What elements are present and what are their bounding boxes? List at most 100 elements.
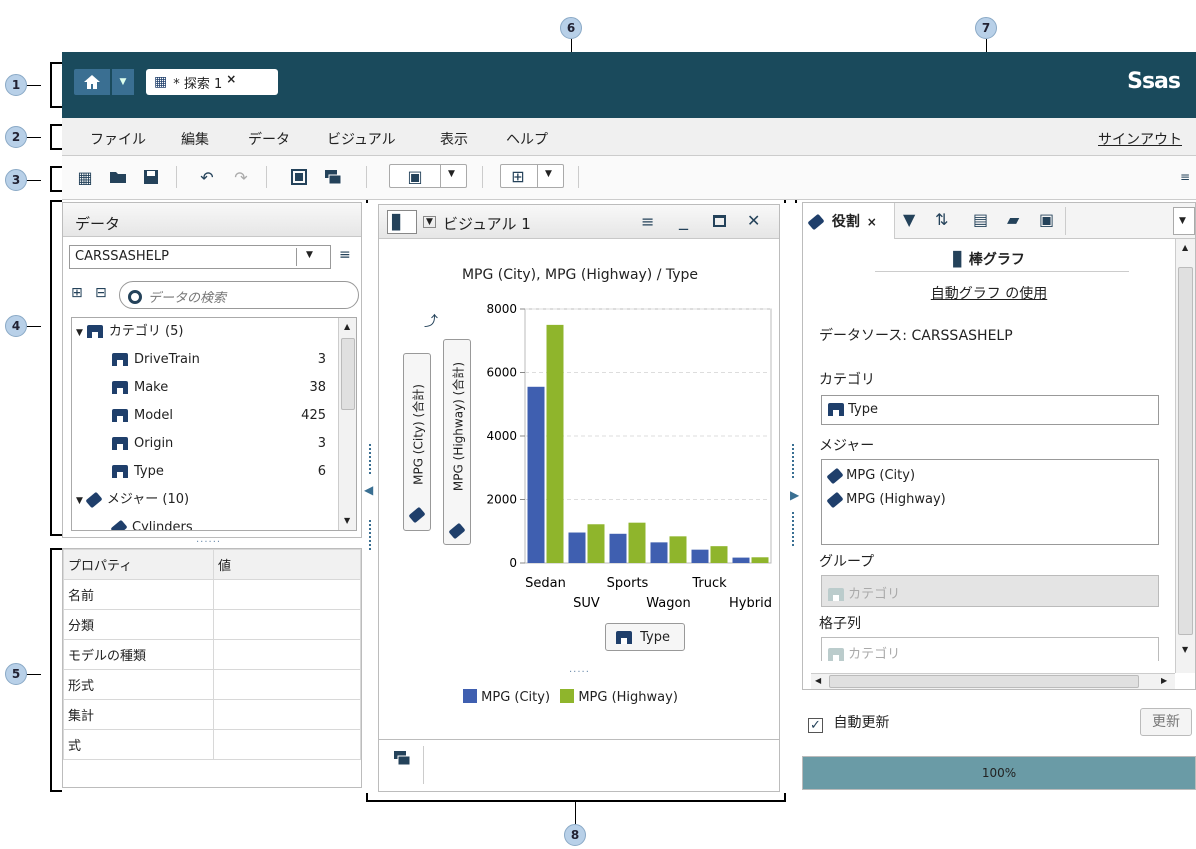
callout-8: 8: [564, 824, 586, 846]
exploration-icon: ▦: [154, 74, 168, 90]
close-icon[interactable]: ×: [867, 215, 877, 229]
home-button[interactable]: ▼: [74, 69, 134, 95]
data-options-icon[interactable]: ≡: [339, 247, 351, 263]
tree-item[interactable]: Make 38: [72, 376, 336, 404]
x-tick-label: Hybrid: [729, 596, 772, 611]
prop-model-type: モデルの種類: [63, 639, 214, 670]
y-tick-label: 8000: [486, 302, 517, 316]
tab-exploration[interactable]: ▦ * 探索 1 ×: [146, 69, 278, 95]
collapse-left-icon[interactable]: ◀: [364, 483, 373, 497]
collapse-right-icon[interactable]: ▶: [790, 488, 799, 502]
home-icon[interactable]: [74, 69, 110, 95]
splitter-handle[interactable]: ······: [196, 537, 221, 548]
rotate-axis-icon[interactable]: ⤴: [424, 311, 438, 331]
tree-item[interactable]: Cylinders: [72, 516, 336, 530]
lattice-role-field[interactable]: カテゴリ: [821, 637, 1159, 661]
layout-stack-icon[interactable]: [322, 166, 344, 188]
scroll-up-icon[interactable]: ▲: [1182, 243, 1188, 252]
tree-group[interactable]: ▼ メジャー (10): [72, 488, 336, 516]
maximize-icon[interactable]: [713, 215, 726, 227]
scroll-down-icon[interactable]: ▼: [1182, 645, 1188, 654]
menu-data[interactable]: データ: [248, 129, 290, 149]
comments-icon[interactable]: ▰: [1007, 210, 1019, 229]
tabs-overflow-dropdown[interactable]: ▼: [1173, 207, 1195, 235]
menu-file[interactable]: ファイル: [90, 129, 146, 149]
save-icon[interactable]: [140, 166, 162, 188]
visual-menu-icon[interactable]: ≡: [641, 212, 654, 231]
expand-arrow-icon[interactable]: ▼: [76, 328, 83, 338]
scroll-down-icon[interactable]: ▼: [344, 516, 350, 525]
collapse-all-icon[interactable]: ⊟: [95, 285, 107, 301]
tree-group[interactable]: ▼ カテゴリ (5): [72, 320, 336, 348]
chart-type-label: 棒グラフ: [968, 252, 1025, 268]
signout-link[interactable]: サインアウト: [1098, 129, 1182, 149]
styles-icon[interactable]: ▣: [1039, 210, 1054, 229]
close-icon[interactable]: ×: [226, 72, 236, 86]
datasource-select[interactable]: CARSSASHELP ▼: [69, 245, 331, 269]
tree-item[interactable]: Type 6: [72, 460, 336, 488]
tree-item[interactable]: DriveTrain 3: [72, 348, 336, 376]
menu-help[interactable]: ヘルプ: [506, 129, 548, 149]
yrole-city-button[interactable]: MPG (City) (合計): [403, 353, 431, 531]
measure-role-field[interactable]: MPG (City) MPG (Highway): [821, 459, 1159, 545]
auto-chart-link[interactable]: 自動グラフ の使用: [803, 283, 1175, 303]
expand-arrow-icon[interactable]: ▼: [76, 496, 83, 506]
splitter-grip-right[interactable]: [792, 444, 794, 478]
group-role-placeholder: カテゴリ: [848, 587, 901, 602]
chevron-down-icon[interactable]: ▼: [423, 216, 436, 228]
splitter-grip-left-2[interactable]: [369, 520, 371, 550]
scroll-up-icon[interactable]: ▲: [344, 322, 350, 331]
y-tick-label: 4000: [486, 429, 517, 443]
expand-all-icon[interactable]: ⊞: [71, 285, 83, 301]
splitter-grip-right-2[interactable]: [792, 512, 794, 546]
horizontal-scrollbar[interactable]: ◀ ▶: [811, 673, 1175, 689]
tree-item[interactable]: Origin 3: [72, 432, 336, 460]
xrole-button[interactable]: Type: [605, 623, 685, 651]
scrollbar-thumb[interactable]: [1178, 267, 1193, 635]
visual-type-dropdown[interactable]: ▊: [387, 210, 417, 234]
chevron-down-icon: ▼: [306, 250, 313, 260]
chevron-down-icon: ▼: [448, 169, 455, 179]
prop-expression: 式: [63, 729, 214, 760]
layout-single-icon[interactable]: [288, 166, 310, 188]
tree-item[interactable]: Model 425: [72, 404, 336, 432]
data-search-input[interactable]: データの検索: [119, 281, 359, 309]
group-role-field[interactable]: カテゴリ: [821, 575, 1159, 607]
splitter-grip-left[interactable]: [369, 444, 371, 474]
scroll-left-icon[interactable]: ◀: [815, 676, 821, 685]
auto-update-row: ✓ 自動更新: [808, 712, 889, 733]
menu-edit[interactable]: 編集: [181, 129, 209, 149]
category-icon: [112, 437, 128, 450]
category-role-field[interactable]: Type: [821, 395, 1159, 425]
properties-icon[interactable]: ▤: [973, 210, 988, 229]
menu-visual[interactable]: ビジュアル: [327, 129, 396, 149]
scrollbar-thumb[interactable]: [341, 338, 355, 410]
auto-update-checkbox[interactable]: ✓: [808, 718, 823, 733]
bar: [587, 524, 605, 563]
close-icon[interactable]: ✕: [747, 211, 760, 230]
undo-icon[interactable]: ↶: [196, 166, 218, 188]
measure-item-city: MPG (City): [846, 468, 916, 483]
chevron-down-icon[interactable]: ▼: [112, 69, 134, 95]
menu-view[interactable]: 表示: [440, 129, 468, 149]
x-tick-label: Sports: [607, 576, 649, 591]
overflow-menu-icon[interactable]: ≡: [1174, 166, 1196, 188]
new-exploration-icon[interactable]: ▦: [74, 166, 96, 188]
scroll-right-icon[interactable]: ▶: [1161, 676, 1167, 685]
sort-icon[interactable]: ⇅: [935, 210, 948, 229]
bar: [527, 386, 545, 563]
minimize-icon[interactable]: _: [679, 210, 688, 231]
update-button[interactable]: 更新: [1140, 708, 1192, 736]
bar: [732, 557, 750, 563]
redo-icon[interactable]: ↷: [230, 166, 252, 188]
select-tool-dropdown[interactable]: ▣ ▼: [389, 164, 467, 188]
yrole-highway-label: MPG (Highway) (合計): [451, 361, 466, 492]
open-folder-icon[interactable]: [108, 166, 130, 188]
tab-roles[interactable]: 役割 ×: [803, 203, 895, 239]
filter-icon[interactable]: ▼: [903, 210, 915, 229]
layout-stack-icon[interactable]: [393, 750, 411, 770]
yrole-highway-button[interactable]: MPG (Highway) (合計): [443, 339, 471, 545]
datasource-label: データソース: CARSSASHELP: [819, 328, 1013, 344]
insert-dropdown[interactable]: ⊞ ▼: [500, 164, 564, 188]
legend-grip[interactable]: ·····: [569, 667, 590, 678]
